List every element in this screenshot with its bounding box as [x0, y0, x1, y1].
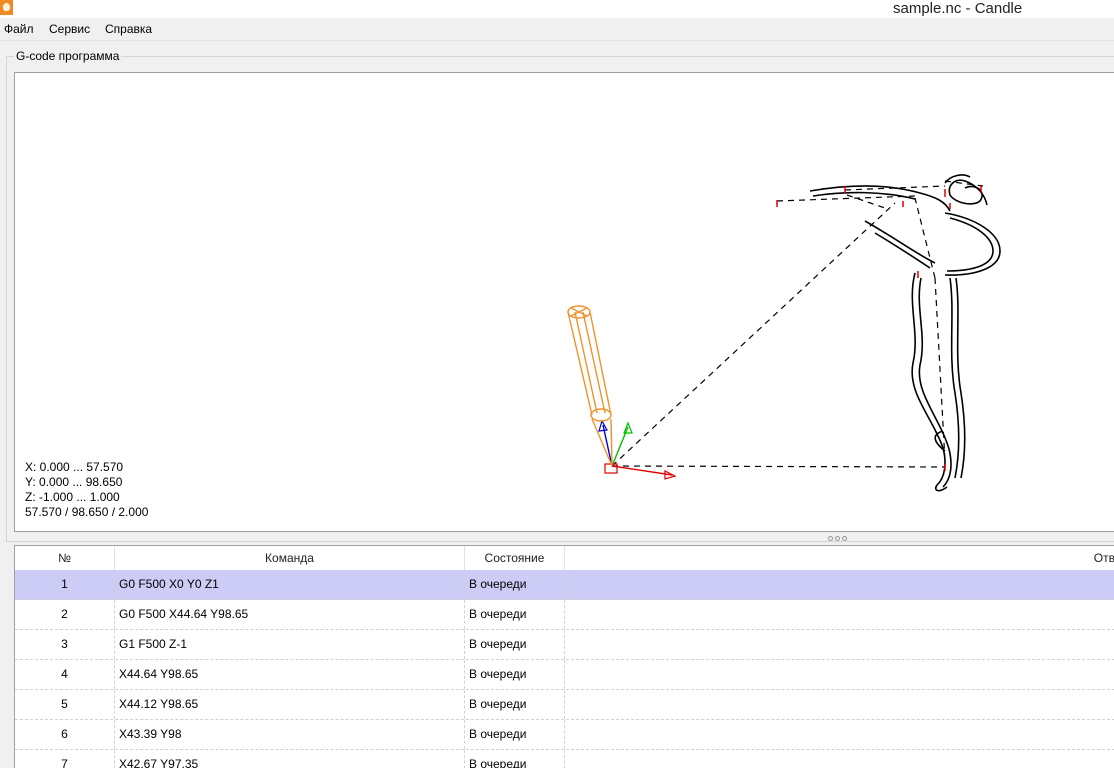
table-row[interactable]: 5 X44.12 Y98.65 В очереди [15, 690, 1114, 720]
menu-service[interactable]: Сервис [49, 22, 90, 36]
z-range: Z: -1.000 ... 1.000 [25, 490, 120, 504]
x-range: X: 0.000 ... 57.570 [25, 460, 124, 474]
row-response [565, 570, 1114, 599]
gcode-visualizer[interactable]: X: 0.000 ... 57.570 Y: 0.000 ... 98.650 … [14, 72, 1114, 532]
window-title: sample.nc - Candle [893, 0, 1023, 17]
table-row[interactable]: 4 X44.64 Y98.65 В очереди [15, 660, 1114, 690]
table-row[interactable]: 1 G0 F500 X0 Y0 Z1 В очереди [15, 570, 1114, 600]
row-response [565, 690, 1114, 719]
origin-axes-icon [598, 419, 677, 480]
row-response [565, 660, 1114, 689]
header-command[interactable]: Команда [115, 546, 465, 570]
row-num: 5 [15, 690, 115, 719]
table-row[interactable]: 7 X42.67 Y97.35 В очереди [15, 750, 1114, 768]
row-state: В очереди [465, 660, 565, 689]
row-num: 1 [15, 570, 115, 599]
y-range: Y: 0.000 ... 98.650 [25, 475, 123, 489]
header-num[interactable]: № [15, 546, 115, 570]
row-state: В очереди [465, 690, 565, 719]
title-bar: sample.nc - Candle [0, 0, 1114, 18]
row-state: В очереди [465, 720, 565, 749]
header-response[interactable]: Отв [565, 546, 1114, 570]
row-response [565, 750, 1114, 768]
table-row[interactable]: 2 G0 F500 X44.64 Y98.65 В очереди [15, 600, 1114, 630]
row-num: 7 [15, 750, 115, 768]
row-command: X42.67 Y97.35 [115, 750, 465, 768]
splitter-handle[interactable] [828, 535, 854, 543]
row-state: В очереди [465, 570, 565, 599]
row-num: 6 [15, 720, 115, 749]
row-state: В очереди [465, 750, 565, 768]
table-row[interactable]: 6 X43.39 Y98 В очереди [15, 720, 1114, 750]
row-response [565, 630, 1114, 659]
row-num: 4 [15, 660, 115, 689]
row-command: G0 F500 X0 Y0 Z1 [115, 570, 465, 599]
program-size: 57.570 / 98.650 / 2.000 [25, 505, 149, 519]
table-header: № Команда Состояние Отв [15, 546, 1114, 571]
row-num: 3 [15, 630, 115, 659]
menu-help[interactable]: Справка [105, 22, 152, 36]
row-state: В очереди [465, 630, 565, 659]
row-response [565, 600, 1114, 629]
gcode-table[interactable]: № Команда Состояние Отв 1 G0 F500 X0 Y0 … [14, 545, 1114, 768]
row-command: G0 F500 X44.64 Y98.65 [115, 600, 465, 629]
candle-flame-icon [0, 0, 13, 15]
row-command: X44.12 Y98.65 [115, 690, 465, 719]
row-num: 2 [15, 600, 115, 629]
part-contour [809, 174, 1001, 492]
row-command: X44.64 Y98.65 [115, 660, 465, 689]
table-row[interactable]: 3 G1 F500 Z-1 В очереди [15, 630, 1114, 660]
gcode-group-title: G-code программа [14, 49, 122, 63]
toolpath-canvas[interactable] [15, 73, 1114, 532]
row-command: G1 F500 Z-1 [115, 630, 465, 659]
coordinate-readout: X: 0.000 ... 57.570 Y: 0.000 ... 98.650 … [25, 460, 148, 520]
menu-bar: Файл Сервис Справка [0, 18, 1114, 41]
row-state: В очереди [465, 600, 565, 629]
tool-icon [567, 305, 613, 467]
menu-file[interactable]: Файл [4, 22, 34, 36]
row-command: X43.39 Y98 [115, 720, 465, 749]
header-state[interactable]: Состояние [465, 546, 565, 570]
row-response [565, 720, 1114, 749]
rapid-moves [611, 180, 984, 468]
